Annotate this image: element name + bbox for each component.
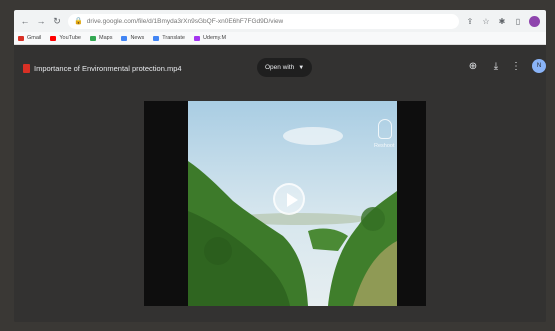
bookmark-udemy[interactable]: Udemy.M [193, 35, 227, 41]
video-frame[interactable]: Reshoot [188, 101, 397, 306]
lock-icon: 🔒 [74, 18, 83, 25]
gmail-icon [18, 35, 24, 41]
url-text: drive.google.com/file/d/1Bmyda3rXn9sGbQF… [86, 17, 284, 25]
extensions-icon[interactable]: ✱ [497, 17, 507, 26]
bookmark-label: YouTube [59, 35, 81, 41]
hand-icon [378, 119, 392, 139]
open-with-label: Open with [265, 64, 295, 71]
video-file-icon [23, 64, 30, 73]
add-shortcut-icon[interactable]: ⊕ [467, 61, 479, 72]
url-omnibox[interactable]: 🔒 drive.google.com/file/d/1Bmyda3rXn9sGb… [68, 13, 459, 29]
bookmark-label: Gmail [27, 35, 42, 41]
bookmark-news[interactable]: News [121, 35, 144, 41]
profile-icon[interactable] [529, 15, 540, 27]
forward-icon[interactable]: → [36, 16, 46, 26]
video-overlay-label: Reshoot [374, 143, 395, 149]
youtube-icon [50, 35, 57, 41]
bookmark-gmail[interactable]: Gmail [18, 35, 41, 41]
share-icon[interactable]: ⇪ [465, 17, 475, 26]
bookmark-label: Maps [99, 35, 113, 41]
download-icon[interactable]: ⤓ [490, 61, 502, 72]
video-player[interactable]: Reshoot [144, 101, 426, 306]
star-icon[interactable]: ☆ [481, 17, 491, 26]
bookmark-label: News [130, 35, 145, 41]
bookmark-maps[interactable]: Maps [90, 35, 112, 41]
udemy-icon [193, 35, 200, 41]
caret-down-icon: ▼ [298, 64, 305, 71]
maps-icon [90, 35, 96, 41]
play-icon[interactable] [273, 183, 305, 215]
reload-icon[interactable]: ↻ [52, 16, 62, 27]
address-bar: ← → ↻ 🔒 drive.google.com/file/d/1Bmyda3r… [14, 10, 546, 32]
bookmark-label: Translate [162, 35, 185, 41]
bookmarks-bar: Gmail YouTube Maps News Translate Udemy.… [14, 32, 546, 45]
back-icon[interactable]: ← [20, 16, 30, 26]
news-icon [121, 35, 128, 41]
bookmark-translate[interactable]: Translate [153, 35, 185, 41]
more-options-icon[interactable]: ⋮ [510, 61, 522, 72]
sidepanel-icon[interactable]: ▯ [513, 17, 523, 26]
file-title: Importance of Environmental protection.m… [34, 64, 182, 73]
bookmark-label: Udemy.M [202, 35, 227, 41]
photo-frame: ← → ↻ 🔒 drive.google.com/file/d/1Bmyda3r… [0, 0, 555, 331]
translate-icon [153, 35, 160, 41]
open-with-button[interactable]: Open with ▼ [257, 58, 313, 77]
avatar[interactable]: N [532, 59, 546, 73]
bookmark-youtube[interactable]: YouTube [50, 35, 81, 41]
drive-viewer: Importance of Environmental protection.m… [14, 45, 546, 322]
browser-window: ← → ↻ 🔒 drive.google.com/file/d/1Bmyda3r… [14, 10, 546, 322]
